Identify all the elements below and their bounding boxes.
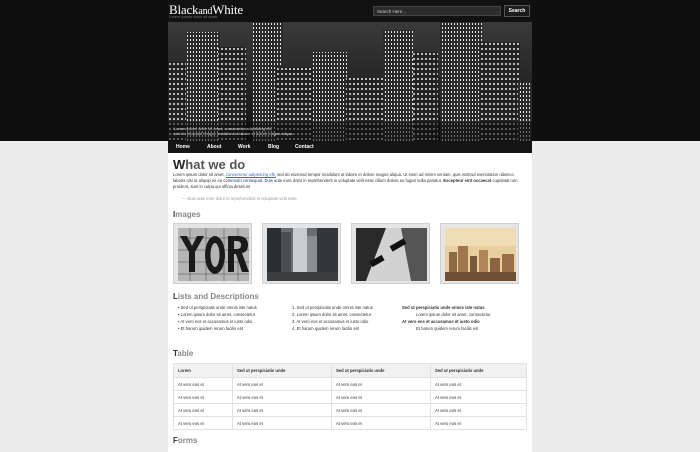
heading-rest: orms <box>177 436 198 445</box>
definition-list: Sed ut perspiciatis unde omnis iste natu… <box>402 304 490 332</box>
gallery-photo <box>445 228 516 281</box>
table-cell: At vero eos et <box>430 377 527 391</box>
table-cell: At vero eos et <box>173 416 233 430</box>
hero-caption-line-2: sed do eiusmod tempor incididunt ut labo… <box>174 131 294 136</box>
list-item: 4. Et harum quidem rerum facilis est <box>292 326 360 331</box>
list-item: 3. At vero eos et accusamus et iusto odi… <box>292 319 369 324</box>
lists-heading: Lists and Descriptions <box>173 292 259 301</box>
heading-rest: able <box>177 349 194 358</box>
table-cell: At vero eos et <box>331 403 431 417</box>
blockquote: — Duis aute irure dolor in reprehenderit… <box>182 196 297 201</box>
hero-caption: Lorem ipsum dolor sit amet, consectetur … <box>174 126 304 136</box>
column-header: Sed ut perspiciatis unde <box>232 363 332 378</box>
definition-description: Lorem ipsum dolor sit amet, consectetur <box>416 312 491 317</box>
page-container: BlackandWhite Lorem ipsum dolor sit amet… <box>168 0 532 452</box>
column-header: Sed ut perspiciatis unde <box>331 363 431 378</box>
city-skyline-image <box>168 22 532 141</box>
table-row: At vero eos et At vero eos et At vero eo… <box>173 377 527 391</box>
nav-item-blog[interactable]: Blog <box>268 141 279 153</box>
table-cell: At vero eos et <box>232 403 332 417</box>
images-heading: Images <box>173 210 201 219</box>
table-cell: At vero eos et <box>173 403 233 417</box>
table-cell: At vero eos et <box>331 377 431 391</box>
nav-item-work[interactable]: Work <box>238 141 250 153</box>
intro-link[interactable]: consectetur adipisicing elit, <box>226 172 276 177</box>
definition-term: At vero eos et accusamus et iusto odio <box>402 319 480 324</box>
list-item: • At vero eos et accusamus et iusto odio <box>178 319 253 324</box>
list-item: 1. Sed ut perspiciatis unde omnis iste n… <box>292 305 373 310</box>
heading-rest: hat we do <box>185 157 246 172</box>
table-cell: At vero eos et <box>331 390 431 404</box>
table-cell: At vero eos et <box>430 390 527 404</box>
forms-heading: Forms <box>173 436 197 445</box>
table-row: At vero eos et At vero eos et At vero eo… <box>173 390 527 404</box>
search-input[interactable]: Search Here... <box>373 6 501 16</box>
table-cell: At vero eos et <box>430 403 527 417</box>
gallery-image-2[interactable] <box>262 223 341 284</box>
gallery-image-1[interactable] <box>173 223 252 284</box>
intro-bold-text: Excepteur sint occaecat <box>443 178 492 183</box>
table-row: At vero eos et At vero eos et At vero eo… <box>173 403 527 417</box>
nav-item-contact[interactable]: Contact <box>295 141 314 153</box>
table-header-row: Lorem Sed ut perspiciatis unde Sed ut pe… <box>173 363 527 378</box>
table-cell: At vero eos et <box>173 390 233 404</box>
gallery-photo <box>267 228 338 281</box>
gallery-image-3[interactable] <box>351 223 430 284</box>
table-cell: At vero eos et <box>232 416 332 430</box>
list-item: • Sed ut perspiciatis unde omnis iste na… <box>178 305 257 310</box>
table-cell: At vero eos et <box>331 416 431 430</box>
gallery-photo <box>356 228 427 281</box>
table-cell: At vero eos et <box>232 377 332 391</box>
list-item: 2. Lorem ipsum dolor sit amet, consectet… <box>292 312 372 317</box>
what-we-do-heading: What we do <box>173 157 245 172</box>
definition-description: Et harum quidem rerum facilis est <box>416 326 479 331</box>
nav-item-home[interactable]: Home <box>176 141 190 153</box>
table-heading: Table <box>173 349 193 358</box>
column-header: Sed ut perspiciatis unde <box>430 363 527 378</box>
column-header: Lorem <box>173 363 233 378</box>
table-row: At vero eos et At vero eos et At vero eo… <box>173 416 527 430</box>
gallery-photo <box>178 228 249 281</box>
data-table: Lorem Sed ut perspiciatis unde Sed ut pe… <box>173 363 527 430</box>
unordered-list: • Sed ut perspiciatis unde omnis iste na… <box>178 304 257 332</box>
table-cell: At vero eos et <box>173 377 233 391</box>
search-button[interactable]: Search <box>504 5 530 17</box>
list-item: • Et harum quidem rerum facilis est <box>178 326 244 331</box>
heading-rest: ists and Descriptions <box>177 292 259 301</box>
site-header: BlackandWhite Lorem ipsum dolor sit amet… <box>168 0 532 22</box>
ordered-list: 1. Sed ut perspiciatis unde omnis iste n… <box>292 304 373 332</box>
heading-rest: mages <box>175 210 201 219</box>
site-tagline: Lorem ipsum dolor sit amet <box>169 14 218 19</box>
table-cell: At vero eos et <box>232 390 332 404</box>
nav-item-about[interactable]: About <box>207 141 221 153</box>
intro-paragraph: Lorem ipsum dolor sit amet, consectetur … <box>173 172 525 190</box>
intro-text-1: Lorem ipsum dolor sit amet, <box>173 172 225 177</box>
list-item: • Lorem ipsum dolor sit amet, consectetu… <box>178 312 256 317</box>
heading-initial: W <box>173 157 186 172</box>
hero-banner: Lorem ipsum dolor sit amet, consectetur … <box>168 22 532 141</box>
definition-term: Sed ut perspiciatis unde omnis iste natu… <box>402 305 485 310</box>
main-navigation: Home About Work Blog Contact <box>168 141 532 153</box>
table-cell: At vero eos et <box>430 416 527 430</box>
gallery-image-4[interactable] <box>440 223 519 284</box>
